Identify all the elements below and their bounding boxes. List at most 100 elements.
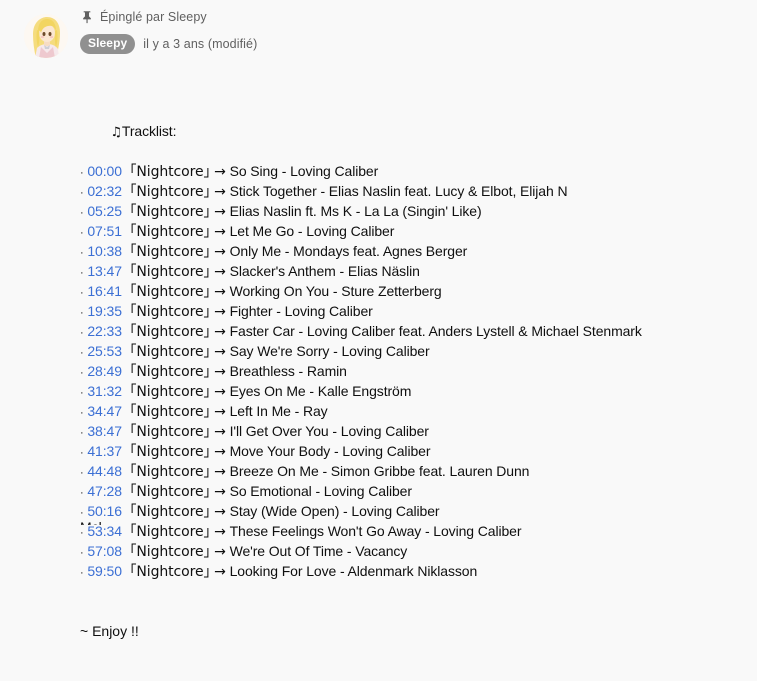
timestamp-link[interactable]: 57:08 xyxy=(87,543,122,559)
bullet-marker: · xyxy=(80,307,84,319)
timestamp-link[interactable]: 13:47 xyxy=(87,263,122,279)
track-title: Eyes On Me - Kalle Engström xyxy=(229,383,412,399)
tracklist-row: · 02:32 ｢Nightcore｣ → Stick Together - E… xyxy=(80,181,753,201)
arrow-icon: → xyxy=(214,424,226,440)
bullet-marker: · xyxy=(80,487,84,499)
comment-timestamp[interactable]: il y a 3 ans (modifié) xyxy=(143,37,257,51)
track-title: So Emotional - Loving Caliber xyxy=(229,483,412,499)
timestamp-link[interactable]: 38:47 xyxy=(87,423,122,439)
nightcore-tag: ｢Nightcore｣ xyxy=(129,284,211,300)
nightcore-tag: ｢Nightcore｣ xyxy=(129,184,211,200)
track-title: Slacker's Anthem - Elias Näslin xyxy=(229,263,420,279)
timestamp-link[interactable]: 19:35 xyxy=(87,303,122,319)
bullet-marker: · xyxy=(80,547,84,559)
tracklist-row: · 22:33 ｢Nightcore｣ → Faster Car - Lovin… xyxy=(80,321,753,341)
nightcore-tag: ｢Nightcore｣ xyxy=(129,204,211,220)
tracklist-row: · 00:00 ｢Nightcore｣ → So Sing - Loving C… xyxy=(80,161,753,181)
timestamp-link[interactable]: 16:41 xyxy=(87,283,122,299)
timestamp-link[interactable]: 10:38 xyxy=(87,243,122,259)
timestamp-link[interactable]: 02:32 xyxy=(87,183,122,199)
track-title: I'll Get Over You - Loving Caliber xyxy=(229,423,429,439)
nightcore-tag: ｢Nightcore｣ xyxy=(129,484,211,500)
arrow-icon: → xyxy=(214,564,226,580)
track-title: Move Your Body - Loving Caliber xyxy=(229,443,431,459)
bullet-marker: · xyxy=(80,567,84,579)
tracklist-row: · 34:47 ｢Nightcore｣ → Left In Me - Ray xyxy=(80,401,753,421)
nightcore-tag: ｢Nightcore｣ xyxy=(129,224,211,240)
track-title: Elias Naslin ft. Ms K - La La (Singin' L… xyxy=(229,203,482,219)
bullet-marker: · xyxy=(80,367,84,379)
track-title: Say We're Sorry - Loving Caliber xyxy=(229,343,430,359)
bullet-marker: · xyxy=(80,387,84,399)
bullet-marker: · xyxy=(80,227,84,239)
nightcore-tag: ｢Nightcore｣ xyxy=(129,464,211,480)
track-title: We're Out Of Time - Vacancy xyxy=(229,543,408,559)
nightcore-tag: ｢Nightcore｣ xyxy=(129,564,211,580)
track-title: Left In Me - Ray xyxy=(229,403,328,419)
nightcore-tag: ｢Nightcore｣ xyxy=(129,264,211,280)
timestamp-link[interactable]: 41:37 xyxy=(87,443,122,459)
bullet-marker: · xyxy=(80,467,84,479)
arrow-icon: → xyxy=(214,164,226,180)
author-name-chip[interactable]: Sleepy xyxy=(80,34,136,54)
tracklist-row: · 31:32 ｢Nightcore｣ → Eyes On Me - Kalle… xyxy=(80,381,753,401)
timestamp-link[interactable]: 47:28 xyxy=(87,483,122,499)
arrow-icon: → xyxy=(214,304,226,320)
timestamp-link[interactable]: 53:34 xyxy=(87,523,122,539)
track-title: Fighter - Loving Caliber xyxy=(229,303,373,319)
timestamp-link[interactable]: 59:50 xyxy=(87,563,122,579)
arrow-icon: → xyxy=(214,264,226,280)
bullet-marker: · xyxy=(80,347,84,359)
tracklist-heading: ♫Tracklist: xyxy=(80,101,753,140)
track-title: Looking For Love - Aldenmark Niklasson xyxy=(229,563,478,579)
track-title: These Feelings Won't Go Away - Loving Ca… xyxy=(229,523,522,539)
tracklist-row: · 38:47 ｢Nightcore｣ → I'll Get Over You … xyxy=(80,421,753,441)
bullet-marker: · xyxy=(80,407,84,419)
tracklist-row: · 44:48 ｢Nightcore｣ → Breeze On Me - Sim… xyxy=(80,461,753,481)
bullet-marker: · xyxy=(80,447,84,459)
timestamp-link[interactable]: 22:33 xyxy=(87,323,122,339)
bullet-marker: · xyxy=(80,527,84,539)
nightcore-tag: ｢Nightcore｣ xyxy=(129,444,211,460)
tracklist-row: · 13:47 ｢Nightcore｣ → Slacker's Anthem -… xyxy=(80,261,753,281)
arrow-icon: → xyxy=(214,324,226,340)
track-title: Only Me - Mondays feat. Agnes Berger xyxy=(229,243,468,259)
bullet-marker: · xyxy=(80,207,84,219)
timestamp-link[interactable]: 05:25 xyxy=(87,203,122,219)
arrow-icon: → xyxy=(214,224,226,240)
timestamp-link[interactable]: 34:47 xyxy=(87,403,122,419)
timestamp-link[interactable]: 28:49 xyxy=(87,363,122,379)
avatar[interactable] xyxy=(24,14,68,58)
tracklist-row: · 57:08 ｢Nightcore｣ → We're Out Of Time … xyxy=(80,541,753,561)
tracklist-row: · 41:37 ｢Nightcore｣ → Move Your Body - L… xyxy=(80,441,753,461)
pin-icon xyxy=(83,11,91,24)
track-title: Breathless - Ramin xyxy=(229,363,347,379)
timestamp-link[interactable]: 07:51 xyxy=(87,223,122,239)
nightcore-tag: ｢Nightcore｣ xyxy=(129,164,211,180)
tracklist-row: · 19:35 ｢Nightcore｣ → Fighter - Loving C… xyxy=(80,301,753,321)
track-title: Let Me Go - Loving Caliber xyxy=(229,223,395,239)
tracklist-row: · 25:53 ｢Nightcore｣ → Say We're Sorry - … xyxy=(80,341,753,361)
comment-body: Épinglé par Sleepy Sleepy il y a 3 ans (… xyxy=(80,0,753,681)
avatar-column xyxy=(24,14,68,58)
tracklist-row: · 10:38 ｢Nightcore｣ → Only Me - Mondays … xyxy=(80,241,753,261)
nightcore-tag: ｢Nightcore｣ xyxy=(129,324,211,340)
timestamp-link[interactable]: 00:00 xyxy=(87,163,122,179)
bullet-marker: · xyxy=(80,327,84,339)
timestamp-link[interactable]: 31:32 xyxy=(87,383,122,399)
nightcore-tag: ｢Nightcore｣ xyxy=(129,244,211,260)
timestamp-link[interactable]: 25:53 xyxy=(87,343,122,359)
arrow-icon: → xyxy=(214,544,226,560)
comment-thread: Épinglé par Sleepy Sleepy il y a 3 ans (… xyxy=(0,0,757,639)
author-row: Sleepy il y a 3 ans (modifié) xyxy=(80,33,753,55)
timestamp-link[interactable]: 44:48 xyxy=(87,463,122,479)
arrow-icon: → xyxy=(214,524,226,540)
comment-footer-clipped: Mcl xyxy=(80,517,480,525)
avatar-image xyxy=(24,14,68,58)
arrow-icon: → xyxy=(214,284,226,300)
tracklist-heading-text: Tracklist: xyxy=(121,123,177,139)
nightcore-tag: ｢Nightcore｣ xyxy=(129,364,211,380)
bullet-marker: · xyxy=(80,287,84,299)
arrow-icon: → xyxy=(214,244,226,260)
nightcore-tag: ｢Nightcore｣ xyxy=(129,424,211,440)
